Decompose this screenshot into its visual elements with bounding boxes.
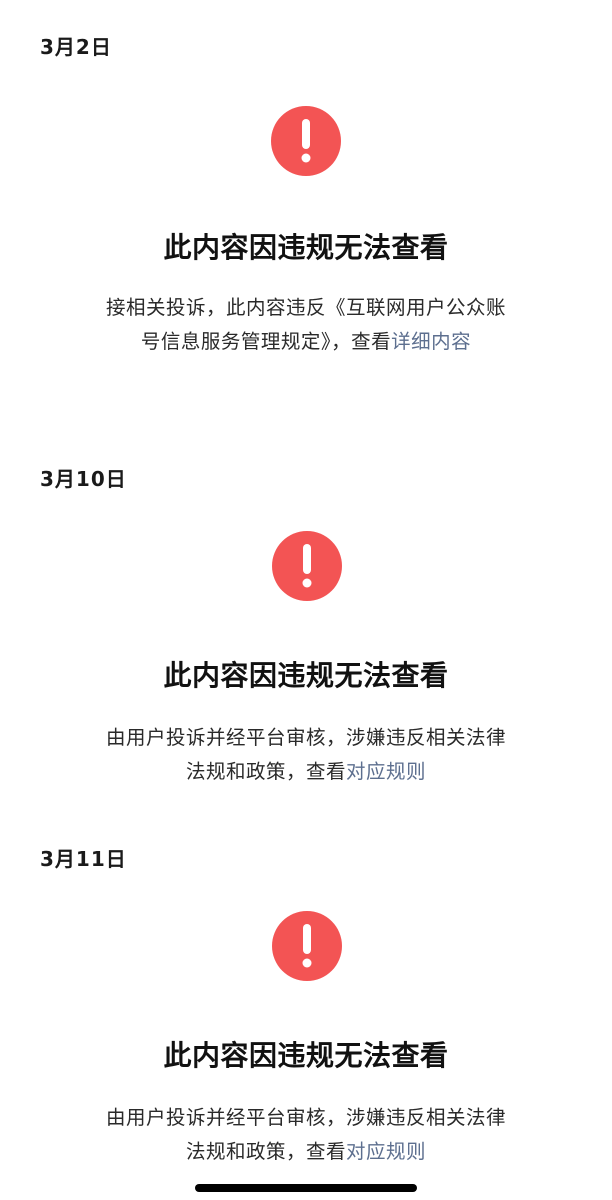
- description-text: 法规和政策，查看: [185, 1140, 346, 1163]
- notice-description: 接相关投诉，此内容违反《互联网用户公众账 号信息服务管理规定》，查看详细内容: [70, 291, 542, 359]
- notice-date: 3月11日: [40, 847, 127, 871]
- exclamation-circle-icon: [271, 106, 341, 176]
- rules-link[interactable]: 对应规则: [346, 1140, 426, 1163]
- description-line: 由用户投诉并经平台审核，涉嫌违反相关法律: [105, 1106, 506, 1129]
- exclamation-circle-icon: [272, 531, 342, 601]
- notice-description: 由用户投诉并经平台审核，涉嫌违反相关法律 法规和政策，查看对应规则: [70, 721, 542, 789]
- notice-date: 3月10日: [40, 467, 127, 491]
- notice-title: 此内容因违规无法查看: [163, 659, 449, 692]
- description-line: 接相关投诉，此内容违反《互联网用户公众账: [105, 296, 506, 319]
- notice-date: 3月2日: [40, 35, 112, 59]
- description-line: 法规和政策，查看对应规则: [70, 1135, 542, 1169]
- description-text: 法规和政策，查看: [185, 760, 346, 783]
- description-text: 号信息服务管理规定》，查看: [140, 330, 392, 353]
- notice-title: 此内容因违规无法查看: [163, 1039, 449, 1072]
- description-line: 号信息服务管理规定》，查看详细内容: [70, 325, 542, 359]
- rules-link[interactable]: 对应规则: [346, 760, 426, 783]
- details-link[interactable]: 详细内容: [391, 330, 471, 353]
- description-line: 法规和政策，查看对应规则: [70, 755, 542, 789]
- notice-title: 此内容因违规无法查看: [163, 231, 449, 264]
- home-indicator[interactable]: [195, 1184, 417, 1192]
- description-line: 由用户投诉并经平台审核，涉嫌违反相关法律: [105, 726, 506, 749]
- exclamation-circle-icon: [272, 911, 342, 981]
- notice-description: 由用户投诉并经平台审核，涉嫌违反相关法律 法规和政策，查看对应规则: [70, 1101, 542, 1169]
